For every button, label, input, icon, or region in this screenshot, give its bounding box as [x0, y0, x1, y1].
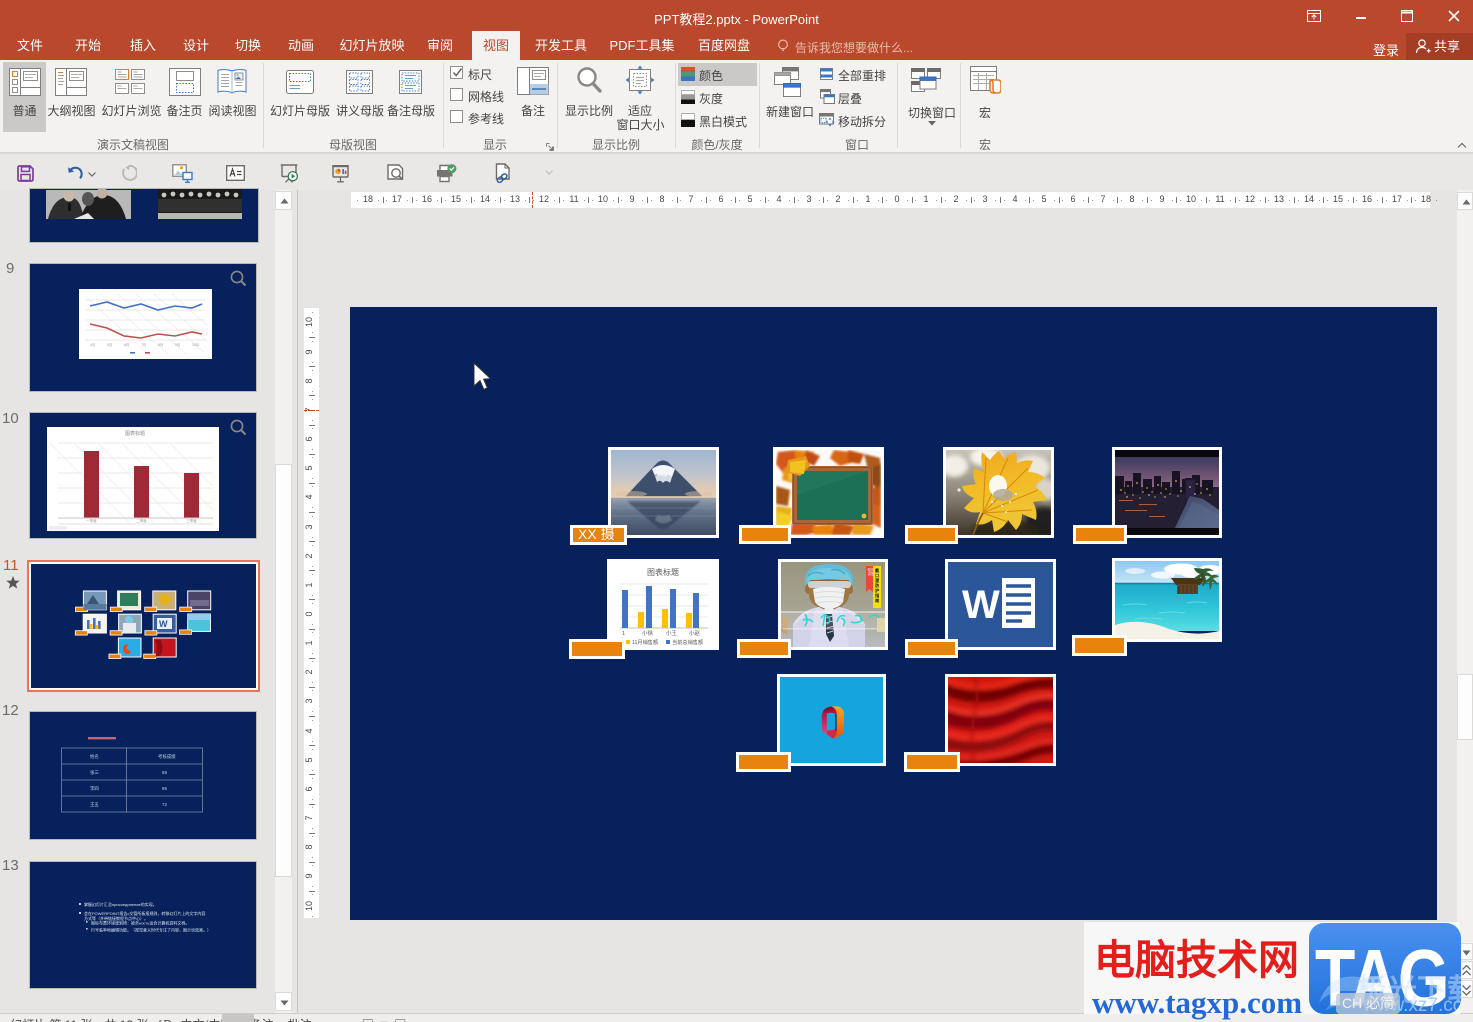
- svg-text:5月: 5月: [107, 343, 112, 347]
- svg-text:4月: 4月: [90, 343, 95, 347]
- svg-text:9月: 9月: [175, 343, 180, 347]
- svg-text:当前总销售额: 当前总销售额: [672, 638, 704, 646]
- svg-text:W: W: [962, 583, 1000, 627]
- svg-text:图标布置环境规划椅：被务ность适合计算机资料文档。: 图标布置环境规划椅：被务ность适合计算机资料文档。: [91, 920, 189, 926]
- svg-text:11月销售额: 11月销售额: [632, 638, 659, 646]
- svg-text:6月: 6月: [124, 343, 129, 347]
- svg-text:10月: 10月: [192, 343, 199, 347]
- svg-text:小赵: 小赵: [689, 629, 701, 637]
- svg-text:一季度: 一季度: [86, 518, 97, 523]
- svg-text:姓名: 姓名: [90, 753, 99, 760]
- svg-text:三季度: 三季度: [186, 518, 197, 523]
- svg-text:1: 1: [622, 631, 625, 637]
- svg-text:86: 86: [162, 786, 167, 791]
- svg-text:W: W: [159, 619, 168, 629]
- svg-text:考核成绩: 考核成绩: [158, 753, 176, 760]
- svg-text:8月: 8月: [158, 343, 163, 347]
- svg-text:89: 89: [162, 770, 167, 775]
- svg-text:掌握幻灯片汇总присоединение的实现。: 掌握幻灯片汇总присоединение的实现。: [84, 901, 157, 907]
- svg-text:小徐: 小徐: [642, 629, 654, 637]
- svg-text:72: 72: [162, 802, 167, 807]
- svg-text:图表标题: 图表标题: [647, 567, 679, 577]
- svg-text:小王: 小王: [666, 629, 678, 637]
- svg-text:王五: 王五: [90, 802, 99, 807]
- svg-text:图表标题: 图表标题: [125, 430, 145, 437]
- svg-text:张三: 张三: [90, 769, 99, 776]
- svg-text:李四: 李四: [90, 785, 99, 791]
- svg-text:二季度: 二季度: [136, 518, 147, 523]
- svg-text:7月: 7月: [141, 343, 146, 347]
- svg-text:行号临率地编辑功能。（视觉意义时代专注了内容，图示也效果。）: 行号临率地编辑功能。（视觉意义时代专注了内容，图示也效果。）: [91, 927, 211, 933]
